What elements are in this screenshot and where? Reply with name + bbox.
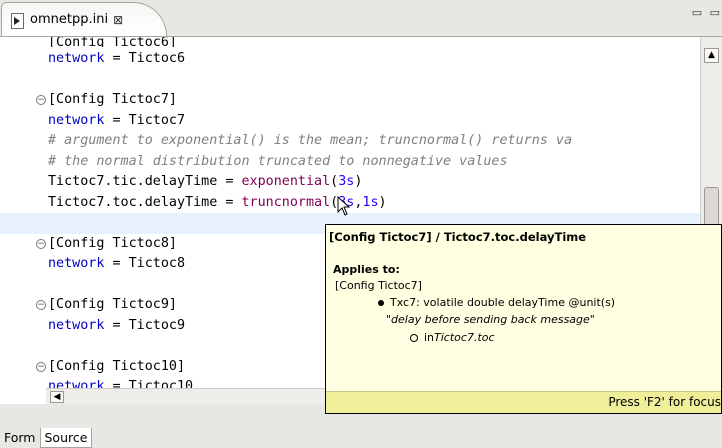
param-declaration: Txc7: volatile double delayTime @unit(s): [390, 296, 616, 309]
applies-to-label: Applies to:: [333, 263, 400, 276]
tab-source[interactable]: Source: [39, 428, 93, 448]
code-line[interactable]: # the normal distribution truncated to n…: [0, 152, 700, 173]
focus-hint: Press 'F2' for focus: [608, 395, 721, 409]
code-token: 3s: [338, 174, 355, 189]
code-token: # argument to exponential() is the mean;…: [48, 133, 573, 148]
param-item: Txc7: volatile double delayTime @unit(s): [378, 296, 615, 309]
editor-tab-bar: omnetpp.ini ⊠ ▭ ▭: [0, 0, 722, 36]
code-token: = Tictoc6: [104, 51, 186, 66]
code-token: Tictoc7.tic.delayTime =: [48, 174, 242, 189]
code-line[interactable]: Tictoc7.tic.delayTime = exponential(3s): [0, 172, 700, 193]
scroll-left-icon[interactable]: ◀: [50, 391, 64, 403]
close-icon[interactable]: ⊠: [113, 13, 123, 27]
code-token: network: [48, 256, 105, 271]
hover-header: [Config Tictoc7] / Tictoc7.toc.delayTime: [329, 230, 587, 244]
code-token: truncnormal: [241, 194, 331, 210]
fold-toggle-icon[interactable]: −: [36, 300, 46, 310]
fold-toggle-icon[interactable]: −: [36, 361, 46, 372]
editor-page-tabs: Form Source: [0, 428, 722, 448]
hover-info-popup[interactable]: [Config Tictoc7] / Tictoc7.toc.delayTime…: [325, 224, 722, 414]
code-line[interactable]: # argument to exponential() is the mean;…: [0, 131, 700, 152]
code-token: ): [378, 194, 387, 210]
location-name: Tictoc7.toc: [434, 331, 495, 344]
location-prefix: in: [424, 331, 435, 344]
tab-title: omnetpp.ini: [30, 12, 109, 27]
code-token: network: [48, 51, 105, 66]
code-token: [Config Tictoc8]: [48, 235, 177, 251]
code-token: = Tictoc7: [104, 112, 186, 128]
code-token: network: [48, 317, 105, 333]
code-line[interactable]: [0, 70, 700, 91]
code-line[interactable]: network = Tictoc7: [0, 111, 700, 132]
fold-toggle-icon[interactable]: −: [36, 238, 46, 249]
code-token: exponential: [241, 174, 331, 189]
code-token: [Config Tictoc9]: [48, 297, 177, 312]
mouse-pointer-icon: [337, 196, 351, 216]
code-token: [Config Tictoc10]: [48, 358, 186, 374]
code-line[interactable]: network = Tictoc6: [0, 49, 700, 70]
code-token: # the normal distribution truncated to n…: [48, 153, 508, 169]
tab-omnetpp-ini[interactable]: omnetpp.ini ⊠: [1, 2, 167, 36]
partially-visible-line: [Config Tictoc6]: [48, 36, 177, 47]
fold-toggle-icon[interactable]: −: [36, 95, 46, 105]
bullet-icon: [378, 299, 384, 306]
code-token: network: [48, 112, 105, 128]
code-token: 1s: [362, 194, 379, 210]
minimize-maximize-icon[interactable]: ▭ ▭: [692, 6, 722, 19]
hover-footer: Press 'F2' for focus: [326, 391, 721, 413]
param-description: "delay before sending back message": [386, 313, 595, 326]
ini-file-icon: [10, 12, 24, 29]
location-item: in Tictoc7.toc: [410, 331, 495, 344]
config-name: [Config Tictoc7]: [335, 279, 422, 292]
code-line[interactable]: − [Config Tictoc7]: [0, 90, 700, 111]
scroll-up-icon[interactable]: ▲: [704, 48, 719, 63]
tab-form[interactable]: Form: [0, 428, 40, 448]
code-token: = Tictoc9: [104, 317, 186, 333]
code-token: Tictoc7.toc.delayTime =: [48, 194, 242, 210]
code-token: [Config Tictoc7]: [48, 92, 177, 107]
code-token: = Tictoc8: [104, 256, 186, 271]
circle-bullet-icon: [410, 333, 418, 342]
code-token: ): [354, 174, 363, 189]
